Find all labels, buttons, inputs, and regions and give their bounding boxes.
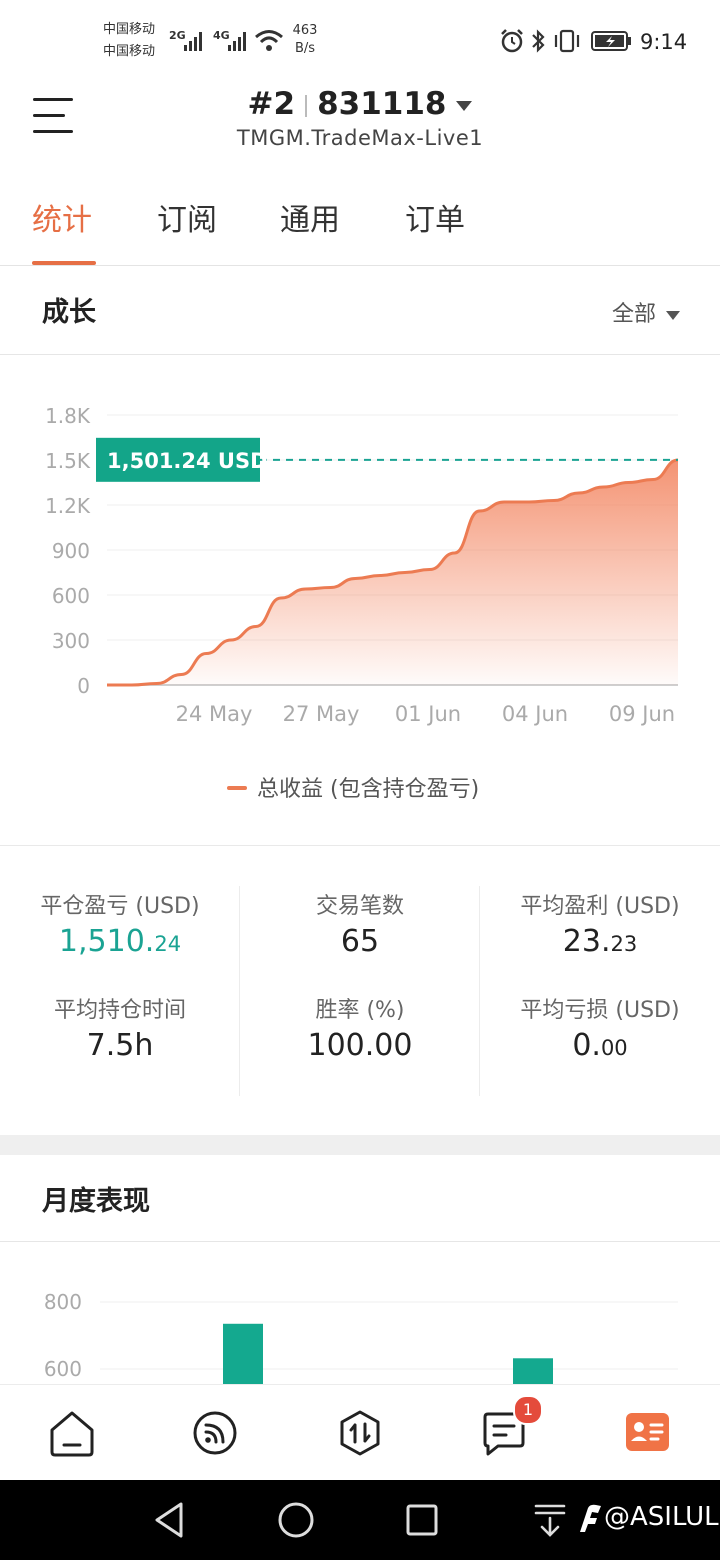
carrier-label-2: 中国移动 [103, 44, 156, 59]
section-title-monthly: 月度表现 [42, 1186, 150, 1217]
stat-label: 交易笔数 [315, 894, 404, 919]
chevron-down-icon [666, 310, 680, 320]
stat-closed-pnl: 平仓盈亏 (USD) 1,510.24 [0, 888, 240, 959]
nav-trade[interactable] [332, 1405, 388, 1461]
system-nav-bar: @ASILUL [0, 1480, 720, 1560]
back-icon[interactable] [150, 1498, 190, 1542]
home-icon [50, 1411, 94, 1457]
bar[interactable] [513, 1358, 553, 1384]
y-tick-label: 800 [44, 1290, 82, 1314]
logo-icon [580, 1504, 601, 1532]
x-tick-label: 09 Jun [609, 702, 675, 726]
x-tick-label: 04 Jun [502, 702, 568, 726]
stat-label: 平均持仓时间 [53, 998, 186, 1023]
tab-subscriptions[interactable]: 订阅 [157, 195, 217, 239]
nav-home[interactable] [44, 1405, 100, 1461]
network-type-2: 4G [213, 29, 230, 42]
legend-swatch [227, 786, 247, 790]
stat-avg-hold-time: 平均持仓时间 7.5h [0, 992, 240, 1063]
chevron-down-icon [456, 100, 473, 111]
y-tick-label: 600 [44, 1357, 82, 1381]
tab-bar: 统计 订阅 通用 订单 [0, 165, 720, 266]
monthly-chart[interactable]: 600 800 [0, 1242, 720, 1384]
y-tick-label: 600 [52, 584, 90, 608]
current-value-label: 1,501.24 USD [107, 449, 268, 473]
bar[interactable] [223, 1323, 263, 1384]
nav-signals[interactable] [187, 1405, 243, 1461]
bluetooth-icon [532, 29, 545, 53]
stat-avg-loss: 平均亏损 (USD) 0.00 [480, 992, 720, 1063]
monthly-header: 月度表现 [0, 1155, 720, 1242]
stat-label: 平均亏损 (USD) [520, 998, 680, 1023]
home-circle-icon[interactable] [276, 1500, 316, 1540]
account-selector[interactable]: #2 831118 [0, 86, 720, 122]
y-tick-label: 900 [52, 539, 90, 563]
clock: 9:14 [640, 30, 688, 54]
stat-value: 23.23 [562, 924, 638, 959]
trade-icon [340, 1410, 380, 1456]
y-tick-label: 0 [77, 674, 90, 698]
nav-account[interactable] [620, 1405, 676, 1461]
chart-legend: 总收益 (包含持仓盈亏) [227, 777, 479, 802]
growth-chart[interactable]: 0 300 600 900 1.2K 1.5K 1.8K 1,501.24 USD 24 M… [0, 355, 720, 845]
stat-avg-profit: 平均盈利 (USD) 23.23 [480, 888, 720, 959]
tab-stats[interactable]: 统计 [32, 195, 92, 239]
stat-label: 胜率 (%) [315, 998, 405, 1023]
stat-trade-count: 交易笔数 65 [240, 888, 480, 959]
tab-orders[interactable]: 订单 [405, 195, 465, 239]
alarm-icon [501, 29, 523, 53]
range-filter-dropdown[interactable]: 全部 [612, 296, 680, 328]
network-speed-unit: B/s [294, 41, 316, 56]
network-speed: 463 B/s [286, 22, 324, 58]
recent-apps-icon[interactable] [402, 1500, 442, 1540]
tab-general[interactable]: 通用 [280, 195, 340, 239]
carrier-label-1: 中国移动 [103, 22, 156, 37]
x-tick-label: 27 May [283, 702, 360, 726]
vibrate-icon [554, 29, 580, 53]
account-number: 831118 [317, 86, 447, 122]
bottom-nav: 1 [0, 1384, 720, 1481]
active-tab-indicator [32, 261, 96, 265]
stat-label: 平仓盈亏 (USD) [40, 894, 200, 919]
download-icon[interactable] [532, 1502, 568, 1538]
x-tick-label: 01 Jun [395, 702, 461, 726]
stat-label: 平均盈利 (USD) [520, 894, 680, 919]
status-bar: 中国移动 中国移动 2G 4G 463 B/s 9:14 [0, 0, 720, 80]
y-tick-label: 300 [52, 629, 90, 653]
server-name: TMGM.TradeMax-Live1 [236, 126, 484, 150]
section-gap [0, 1135, 720, 1155]
stat-value: 100.00 [307, 1028, 413, 1063]
notification-badge: 1 [513, 1395, 543, 1425]
section-title-growth: 成长 [42, 297, 96, 328]
network-type-1: 2G [169, 29, 186, 42]
y-tick-label: 1.8K [45, 404, 91, 428]
stat-value: 7.5h [86, 1028, 154, 1063]
signal-feed-icon [193, 1411, 237, 1455]
stats-grid: 平仓盈亏 (USD) 1,510.24 交易笔数 65 平均盈利 (USD) 2… [0, 845, 720, 1136]
account-card-icon [626, 1413, 669, 1451]
stat-win-rate: 胜率 (%) 100.00 [240, 992, 480, 1063]
stat-value: 1,510.24 [58, 924, 182, 959]
account-index: #2 [247, 86, 296, 122]
signal-icon: 2G 4G [169, 29, 246, 51]
x-tick-label: 24 May [176, 702, 253, 726]
app-header: #2 831118 TMGM.TradeMax-Live1 [0, 80, 720, 165]
stat-value: 65 [340, 924, 380, 959]
range-filter-label: 全部 [611, 302, 656, 327]
wifi-icon [255, 30, 283, 51]
network-speed-value: 463 [292, 23, 318, 38]
y-tick-label: 1.5K [45, 449, 91, 473]
battery-icon [591, 31, 631, 51]
y-tick-label: 1.2K [45, 494, 91, 518]
growth-header: 成长 全部 [0, 266, 720, 355]
watermark-text: @ASILUL [604, 1502, 719, 1532]
stat-value: 0.00 [572, 1028, 628, 1063]
legend-label: 总收益 (包含持仓盈亏) [257, 777, 479, 802]
divider [305, 94, 308, 117]
